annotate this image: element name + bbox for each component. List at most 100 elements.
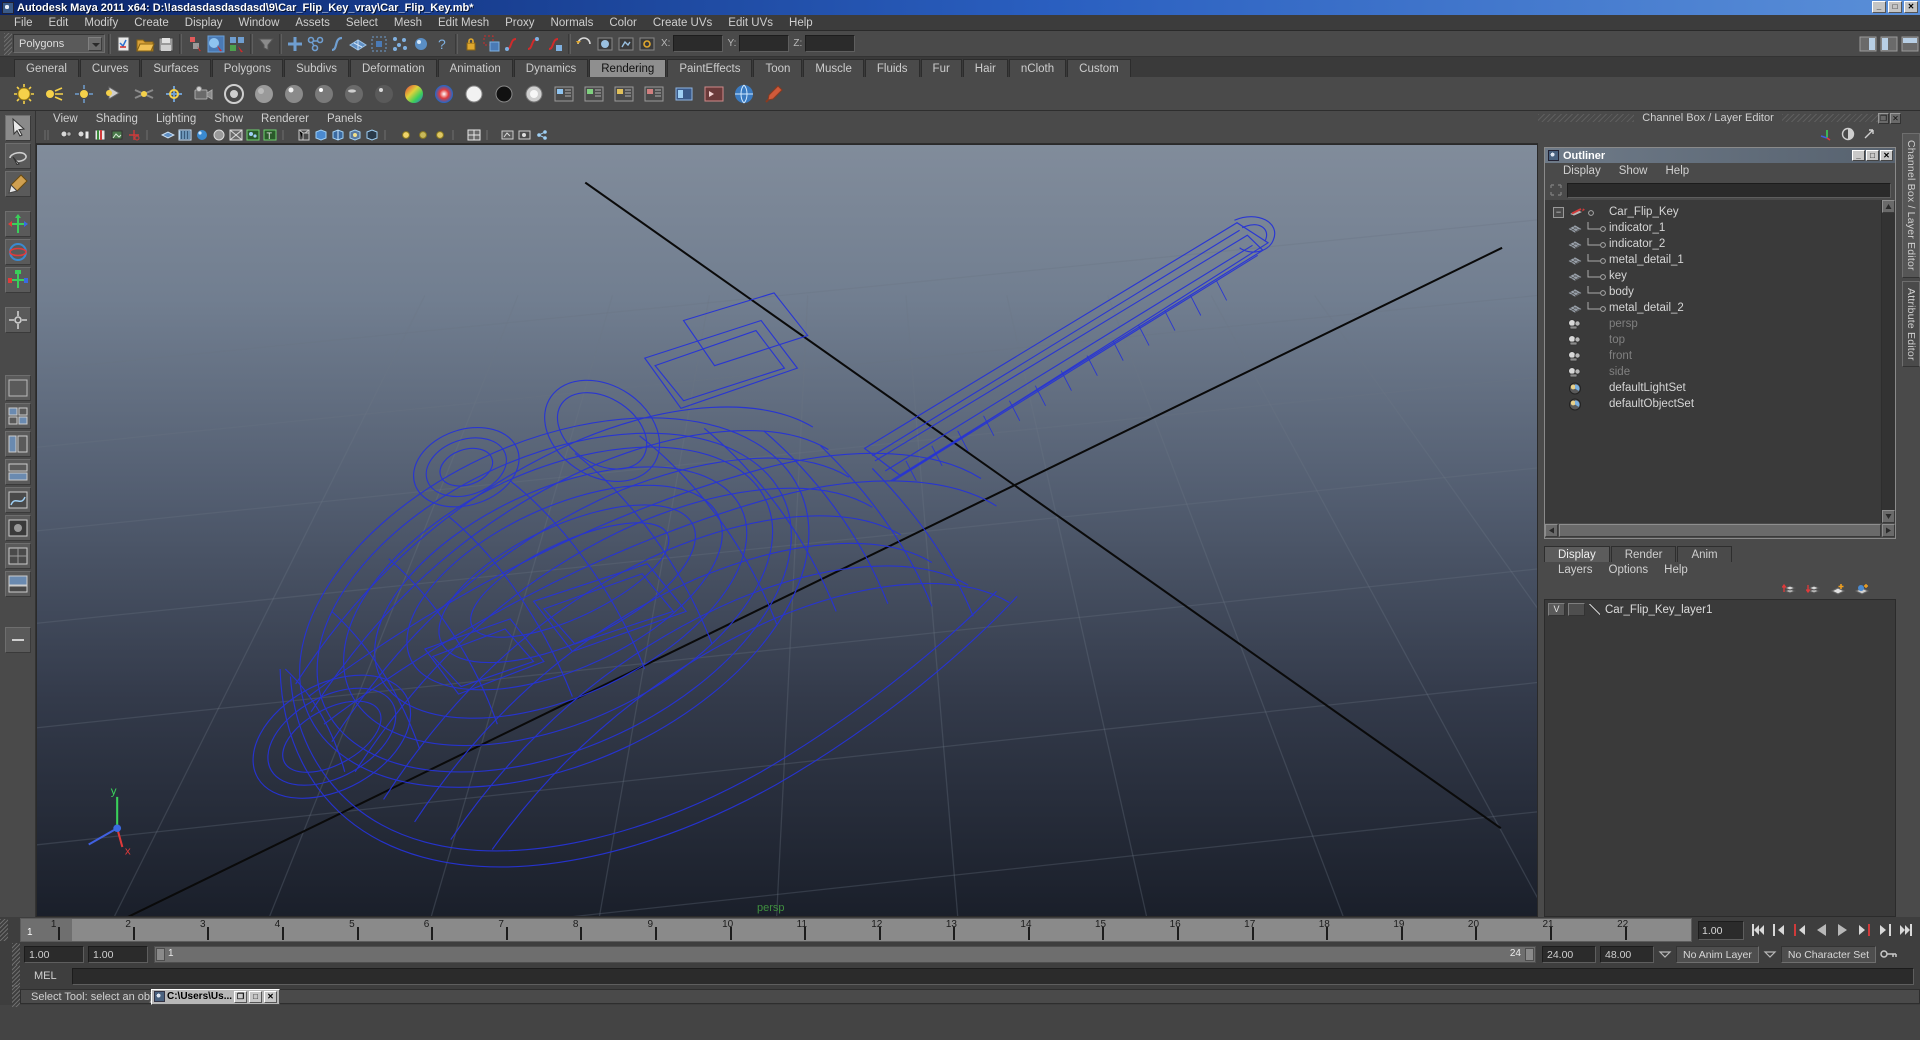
hscroll-thumb[interactable] [1559,524,1881,537]
render-current-icon[interactable] [595,34,615,54]
shelf-tab-general[interactable]: General [14,59,79,77]
scroll-down-button[interactable] [1882,510,1895,523]
menu-item-help[interactable]: Help [781,15,821,31]
select-camera-icon[interactable] [59,128,73,142]
minimize-button[interactable]: _ [1872,1,1886,13]
layout-persp-outliner-button[interactable] [4,571,31,597]
outliner-item-indicator_1[interactable]: indicator_1 [1545,218,1881,236]
viewport-menu-view[interactable]: View [44,111,87,127]
snap-point-icon[interactable] [524,34,544,54]
viewport-grip[interactable] [42,128,56,142]
viewport-menu-show[interactable]: Show [205,111,252,127]
spot-light-icon[interactable] [102,82,126,106]
step-back-frame-button[interactable] [1792,921,1809,939]
outliner-menu-help[interactable]: Help [1657,163,1699,180]
outliner-expander[interactable]: − [1553,206,1564,218]
render-batch-icon[interactable] [552,82,576,106]
go-to-start-button[interactable] [1750,921,1767,939]
scroll-track[interactable] [1882,213,1895,510]
menu-item-create-uvs[interactable]: Create UVs [645,15,720,31]
menu-item-mesh[interactable]: Mesh [386,15,430,31]
outliner-item-top[interactable]: top [1545,332,1881,348]
show-channelbox-icon[interactable] [1858,34,1878,54]
perspective-viewport[interactable]: y x persp [36,144,1538,917]
close-button[interactable]: ✕ [1904,1,1918,13]
shelf-tab-deformation[interactable]: Deformation [349,59,437,77]
current-frame-field[interactable]: 1.00 [1698,920,1744,940]
layer-visibility-toggle[interactable]: V [1548,603,1565,616]
texture-ramp-icon[interactable] [402,82,426,106]
select-filter-icon[interactable] [256,34,276,54]
select-render-icon[interactable] [411,34,431,54]
new-layer-from-selected-icon[interactable] [1854,582,1870,596]
key-icon[interactable] [1880,947,1897,961]
step-forward-frame-button[interactable] [1855,921,1872,939]
manipulator-axis-icon[interactable] [1820,127,1834,141]
outliner-item-indicator_2[interactable]: indicator_2 [1545,234,1881,252]
texture-checker-icon[interactable] [432,82,456,106]
outliner-menu-show[interactable]: Show [1610,163,1657,180]
viewport-menu-shading[interactable]: Shading [87,111,147,127]
menu-item-assets[interactable]: Assets [287,15,338,31]
layer-playback-toggle[interactable] [1568,603,1585,616]
ambient-light-icon[interactable] [12,82,36,106]
material-lambert-icon[interactable] [252,82,276,106]
menu-item-edit[interactable]: Edit [41,15,77,31]
z-field[interactable] [805,35,856,52]
mel-command-input[interactable] [72,967,1914,985]
directional-light-icon[interactable] [42,82,66,106]
character-set-dropdown[interactable]: No Character Set [1780,945,1876,963]
outliner-close-button[interactable]: ✕ [1880,150,1893,161]
menu-item-normals[interactable]: Normals [543,15,602,31]
outliner-item-key[interactable]: key [1545,266,1881,284]
light-cube-icon[interactable] [348,128,362,142]
lasso-tool-button[interactable] [4,143,31,169]
gamma-icon[interactable] [518,128,532,142]
render-flag-icon[interactable] [702,82,726,106]
select-by-component-icon[interactable] [227,34,247,54]
outliner-menu-display[interactable]: Display [1554,163,1610,180]
layer-row[interactable]: V Car_Flip_Key_layer1 [1545,602,1895,617]
shelf-tab-animation[interactable]: Animation [437,59,513,77]
isolate-select-icon[interactable] [297,128,311,142]
time-slider[interactable]: 1 12345678910111213141516171819202122232… [20,918,1692,942]
create-camera-icon[interactable] [192,82,216,106]
volume-light-icon[interactable] [162,82,186,106]
textured-cube-icon[interactable] [331,128,345,142]
layout-single-button[interactable] [4,375,31,401]
commandline-grip[interactable] [12,965,20,987]
render-globe-icon[interactable] [732,82,756,106]
x-field[interactable] [673,35,724,52]
toolbox-collapse-button[interactable] [4,627,31,653]
anim-layer-dropdown[interactable]: No Anim Layer [1676,945,1759,963]
menu-item-window[interactable]: Window [230,15,287,31]
render-view-icon[interactable] [222,82,246,106]
taskbar-window-button[interactable]: C:\Users\Us... ❐ □ ✕ [151,988,281,1005]
show-toolsettings-icon[interactable] [1900,34,1920,54]
window-controls[interactable]: _ □ ✕ [1872,1,1918,13]
outliner-expand-icon[interactable] [1549,183,1563,197]
select-misc-icon[interactable]: ? [432,34,452,54]
chevron-down-icon[interactable] [88,37,102,51]
sun-icon-2[interactable] [416,128,430,142]
outliner-minimize-button[interactable]: _ [1852,150,1865,161]
anim-end-field[interactable]: 48.00 [1600,945,1654,963]
menuset-mode-dropdown[interactable]: Polygons [13,34,105,53]
layer-tab-render[interactable]: Render [1610,546,1677,562]
shaded-cube-icon[interactable] [314,128,328,142]
render-batch4-icon[interactable] [642,82,666,106]
outliner-item-body[interactable]: body [1545,282,1881,300]
vertical-tab-attribute-editor[interactable]: Attribute Editor [1902,280,1920,368]
layout-render-button[interactable] [4,515,31,541]
layout-graph-editor-button[interactable] [4,487,31,513]
shelf-tab-hair[interactable]: Hair [962,59,1008,77]
shade-smooth-icon[interactable] [178,128,192,142]
camera-attributes-icon[interactable] [76,128,90,142]
shade-wireframe-icon[interactable] [160,128,176,142]
render-layers-icon[interactable] [672,82,696,106]
material-layered-icon[interactable] [372,82,396,106]
range-track[interactable]: 1 24 [154,945,1536,963]
dock-close-button[interactable]: ✕ [1890,112,1901,124]
render-batch3-icon[interactable] [612,82,636,106]
outliner-item-side[interactable]: side [1545,364,1881,380]
